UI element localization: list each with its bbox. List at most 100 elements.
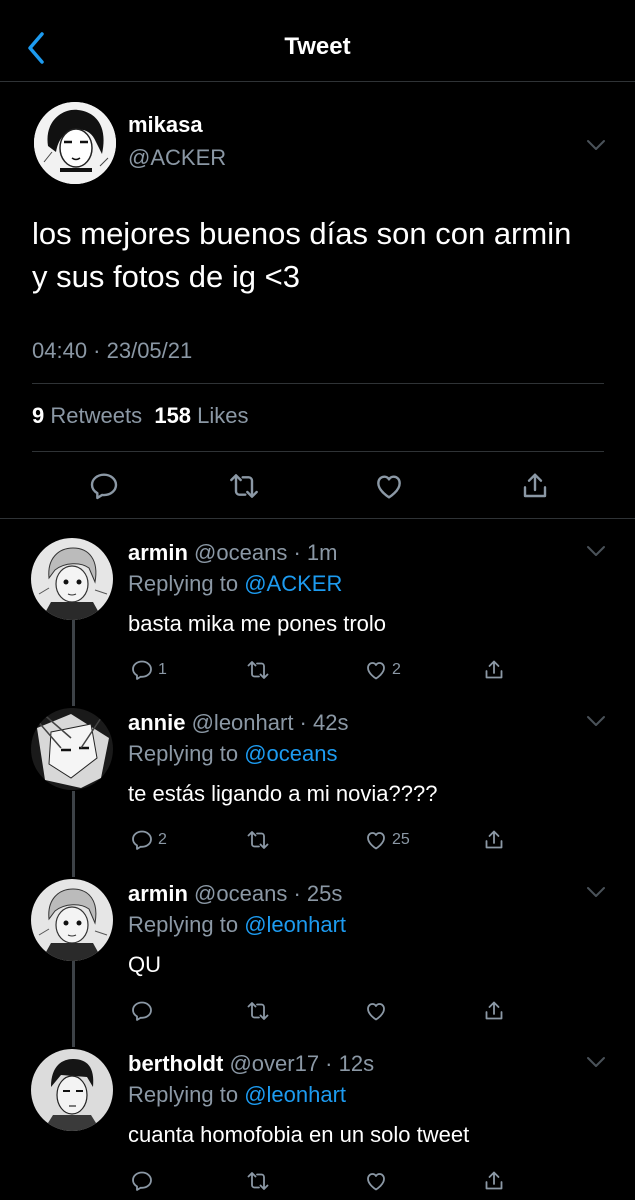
reply-button[interactable]: 2: [130, 826, 167, 854]
replying-to: Replying to @ACKER: [128, 571, 342, 597]
author-name[interactable]: armin: [128, 881, 188, 906]
share-button[interactable]: [482, 1167, 506, 1195]
like-button[interactable]: 25: [364, 826, 410, 854]
retweets-label[interactable]: Retweets: [50, 403, 142, 428]
reply-button[interactable]: [130, 1167, 158, 1195]
divider: [32, 383, 604, 384]
reply-icon: [130, 999, 154, 1023]
reply-text: cuanta homofobia en un solo tweet: [128, 1122, 470, 1147]
separator-dot: ·: [293, 710, 313, 735]
like-button[interactable]: 2: [364, 656, 401, 684]
author-handle[interactable]: @oceans: [194, 540, 287, 565]
avatar[interactable]: [31, 708, 113, 790]
avatar[interactable]: [31, 538, 113, 620]
chevron-down-icon[interactable]: [585, 885, 607, 899]
share-button[interactable]: [482, 656, 506, 684]
author-name[interactable]: mikasa: [128, 112, 203, 138]
reply-icon: [130, 1169, 154, 1193]
reply-icon: [130, 828, 154, 852]
share-icon: [482, 1169, 506, 1193]
replying-to-label: Replying to: [128, 571, 239, 596]
replying-to-label: Replying to: [128, 912, 239, 937]
chevron-down-icon[interactable]: [585, 544, 607, 558]
reply-header: annie @leonhart · 42s: [128, 710, 348, 736]
separator-dot: ·: [287, 540, 307, 565]
reply-header: armin @oceans · 25s: [128, 881, 342, 907]
author-name[interactable]: bertholdt: [128, 1051, 223, 1076]
author-name[interactable]: armin: [128, 540, 188, 565]
tweet-timestamp: 04:40 · 23/05/21: [32, 338, 193, 363]
author-handle[interactable]: @oceans: [194, 881, 287, 906]
reply-button[interactable]: 1: [130, 656, 167, 684]
separator-dot: ·: [287, 881, 307, 906]
reply-age: 25s: [306, 881, 343, 906]
like-count: 25: [392, 831, 410, 848]
chevron-down-icon[interactable]: [585, 138, 607, 152]
reply-age: 1m: [306, 540, 338, 565]
share-icon: [482, 999, 506, 1023]
divider: [32, 451, 604, 452]
retweet-icon: [246, 999, 270, 1023]
reply-button[interactable]: [130, 997, 158, 1025]
reply-header: armin @oceans · 1m: [128, 540, 337, 566]
like-icon[interactable]: [373, 470, 405, 502]
share-button[interactable]: [482, 826, 506, 854]
retweet-icon: [246, 658, 270, 682]
chevron-down-icon[interactable]: [585, 714, 607, 728]
like-icon: [364, 999, 388, 1023]
author-handle[interactable]: @over17: [229, 1051, 319, 1076]
reply-header: bertholdt @over17 · 12s: [128, 1051, 374, 1077]
retweet-button[interactable]: [246, 1167, 274, 1195]
like-button[interactable]: [364, 1167, 392, 1195]
avatar[interactable]: [31, 1049, 113, 1131]
like-icon: [364, 828, 388, 852]
reply-count: 1: [158, 661, 167, 678]
replying-to-link[interactable]: @ACKER: [244, 571, 342, 596]
like-button[interactable]: [364, 997, 392, 1025]
retweet-button[interactable]: [246, 656, 274, 684]
replying-to: Replying to @oceans: [128, 741, 337, 767]
like-icon: [364, 658, 388, 682]
reply-icon: [130, 658, 154, 682]
replying-to: Replying to @leonhart: [128, 912, 346, 938]
reply-text: QU: [128, 952, 161, 977]
retweet-icon: [246, 828, 270, 852]
thread-line: [72, 791, 75, 877]
reply-count: 2: [158, 831, 167, 848]
share-button[interactable]: [482, 997, 506, 1025]
like-icon: [364, 1169, 388, 1193]
replying-to-label: Replying to: [128, 741, 239, 766]
thread-line: [72, 961, 75, 1047]
replying-to-label: Replying to: [128, 1082, 239, 1107]
likes-count[interactable]: 158: [154, 403, 191, 428]
share-icon: [482, 658, 506, 682]
share-icon[interactable]: [519, 470, 551, 502]
avatar[interactable]: [34, 102, 116, 184]
reply-age: 42s: [313, 710, 349, 735]
tweet-text: los mejores buenos días son con armin y …: [32, 216, 572, 294]
replying-to-link[interactable]: @leonhart: [244, 912, 346, 937]
reply-icon[interactable]: [88, 470, 120, 502]
replying-to-link[interactable]: @oceans: [244, 741, 337, 766]
avatar[interactable]: [31, 879, 113, 961]
chevron-down-icon[interactable]: [585, 1055, 607, 1069]
replying-to-link[interactable]: @leonhart: [244, 1082, 346, 1107]
author-handle[interactable]: @leonhart: [192, 710, 294, 735]
reply-age: 12s: [338, 1051, 375, 1076]
retweets-count[interactable]: 9: [32, 403, 44, 428]
replying-to: Replying to @leonhart: [128, 1082, 346, 1108]
retweet-button[interactable]: [246, 997, 274, 1025]
author-handle[interactable]: @ACKER: [128, 145, 226, 171]
page-title: Tweet: [284, 33, 351, 60]
author-name[interactable]: annie: [128, 710, 185, 735]
separator-dot: ·: [319, 1051, 339, 1076]
likes-label[interactable]: Likes: [197, 403, 248, 428]
reply-text: basta mika me pones trolo: [128, 611, 387, 636]
top-bar: Tweet: [0, 0, 635, 82]
reply-text: te estás ligando a mi novia????: [128, 781, 438, 806]
retweet-icon[interactable]: [228, 470, 260, 502]
share-icon: [482, 828, 506, 852]
like-count: 2: [392, 661, 401, 678]
retweet-button[interactable]: [246, 826, 274, 854]
retweet-icon: [246, 1169, 270, 1193]
